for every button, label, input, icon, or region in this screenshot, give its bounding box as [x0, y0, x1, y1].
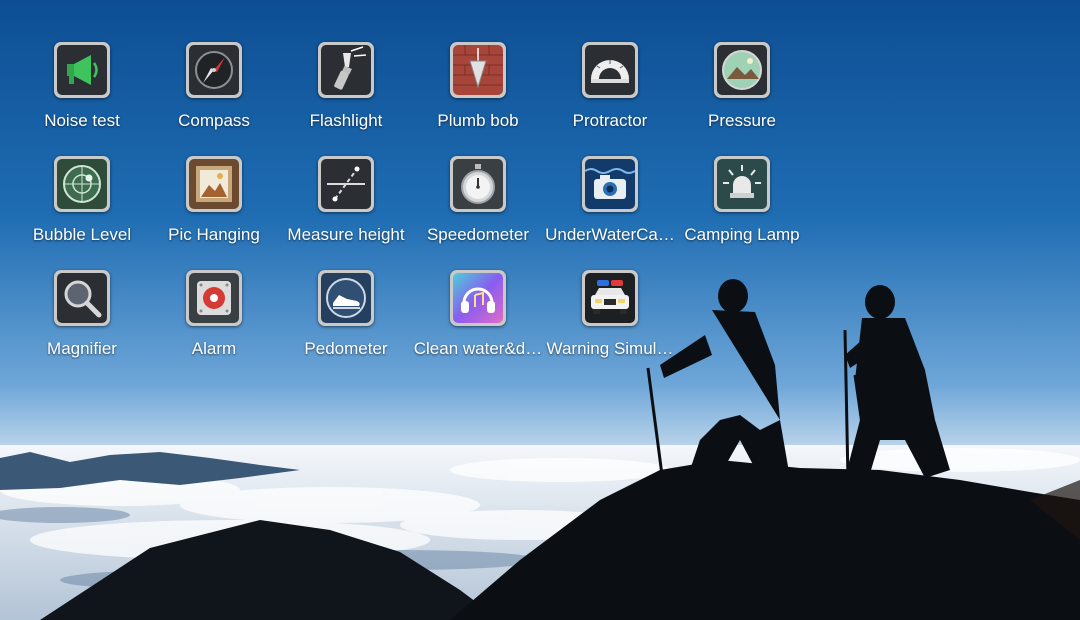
underwater-camera-icon [585, 159, 635, 209]
app-underwater-camera[interactable]: UnderWaterCa… [544, 156, 676, 260]
app-clean-water[interactable]: Clean water&d… [412, 270, 544, 374]
protractor-icon [585, 45, 635, 95]
app-label: Camping Lamp [684, 225, 800, 244]
measure-height-icon [321, 159, 371, 209]
headphones-icon [453, 273, 503, 323]
app-label: Bubble Level [32, 225, 132, 244]
app-label: Pressure [707, 111, 777, 130]
app-label: Warning Simul… [546, 339, 674, 358]
flashlight-icon [321, 45, 371, 95]
police-car-icon [585, 273, 635, 323]
app-camping-lamp[interactable]: Camping Lamp [676, 156, 808, 260]
app-speedometer[interactable]: Speedometer [412, 156, 544, 260]
app-label: Protractor [572, 111, 648, 130]
app-label: Clean water&d… [413, 339, 543, 358]
lamp-icon [717, 159, 767, 209]
picture-frame-icon [189, 159, 239, 209]
app-warning-simulator[interactable]: Warning Simul… [544, 270, 676, 374]
app-noise-test[interactable]: Noise test [16, 42, 148, 146]
app-pedometer[interactable]: Pedometer [280, 270, 412, 374]
app-label: Flashlight [309, 111, 383, 130]
app-label: UnderWaterCa… [545, 225, 675, 244]
app-label: Alarm [191, 339, 237, 358]
app-label: Measure height [287, 225, 405, 244]
stopwatch-icon [453, 159, 503, 209]
app-label: Noise test [44, 111, 120, 130]
pressure-icon [717, 45, 767, 95]
plumb-bob-icon [453, 45, 503, 95]
app-pic-hanging[interactable]: Pic Hanging [148, 156, 280, 260]
app-flashlight[interactable]: Flashlight [280, 42, 412, 146]
alarm-icon [189, 273, 239, 323]
app-label: Pedometer [304, 339, 388, 358]
app-label: Plumb bob [437, 111, 519, 130]
app-bubble-level[interactable]: Bubble Level [16, 156, 148, 260]
app-alarm[interactable]: Alarm [148, 270, 280, 374]
app-compass[interactable]: Compass [148, 42, 280, 146]
app-plumb-bob[interactable]: Plumb bob [412, 42, 544, 146]
bubble-level-icon [57, 159, 107, 209]
magnifier-icon [57, 273, 107, 323]
megaphone-icon [57, 45, 107, 95]
app-pressure[interactable]: Pressure [676, 42, 808, 146]
shoe-icon [321, 273, 371, 323]
app-label: Pic Hanging [168, 225, 260, 244]
app-protractor[interactable]: Protractor [544, 42, 676, 146]
app-magnifier[interactable]: Magnifier [16, 270, 148, 374]
app-label: Magnifier [47, 339, 117, 358]
app-label: Speedometer [426, 225, 530, 244]
app-label: Compass [178, 111, 250, 130]
compass-icon [189, 45, 239, 95]
app-measure-height[interactable]: Measure height [280, 156, 412, 260]
